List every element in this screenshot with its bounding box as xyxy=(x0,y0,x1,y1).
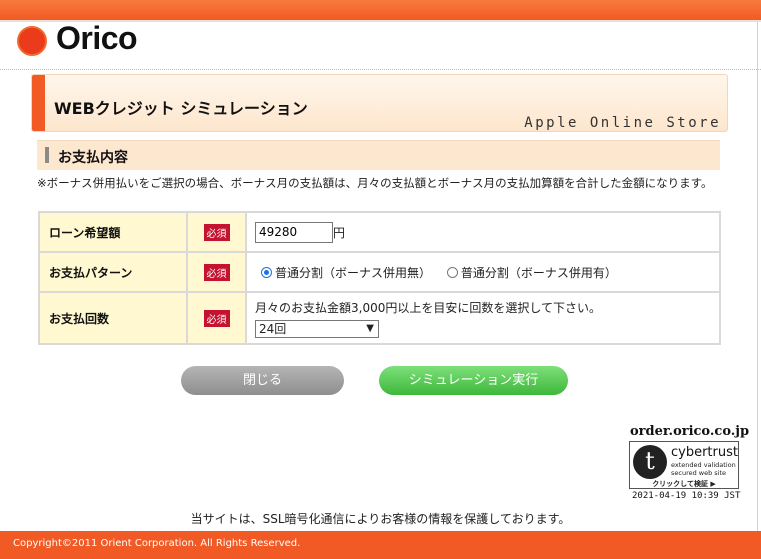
required-badge: 必須 xyxy=(203,263,230,281)
top-bar xyxy=(0,0,761,22)
pattern-option-no-bonus[interactable]: 普通分割（ボーナス併用無） xyxy=(261,266,431,280)
pattern-row: お支払パターン 必須 普通分割（ボーナス併用無） 普通分割（ボーナス併用有） xyxy=(38,251,721,293)
pattern-option-bonus[interactable]: 普通分割（ボーナス併用有） xyxy=(446,266,617,280)
seal-brand: cybertrust xyxy=(671,445,738,460)
yen-unit: 円 xyxy=(333,225,346,240)
copyright: Copyright©2011 Orient Corporation. All R… xyxy=(13,538,301,549)
required-badge: 必須 xyxy=(203,309,230,327)
seal-timestamp: 2021-04-19 10:39 JST xyxy=(632,491,741,501)
seal-line-2: secured web site xyxy=(671,469,727,477)
run-simulation-button[interactable]: シミュレーション実行 xyxy=(379,366,568,395)
loan-row: ローン希望額 必須 円 xyxy=(38,211,721,253)
logo-text: Orico xyxy=(56,20,138,56)
orico-logo-icon xyxy=(17,26,47,56)
title-accent xyxy=(32,75,45,131)
loan-label: ローン希望額 xyxy=(38,211,188,253)
page-border xyxy=(757,22,758,531)
cybertrust-seal[interactable]: t cybertrust extended validation secured… xyxy=(629,441,739,489)
required-badge: 必須 xyxy=(203,223,230,241)
store-name: Apple Online Store xyxy=(524,115,721,131)
bonus-notice: ※ボーナス併用払いをご選択の場合、ボーナス月の支払額は、月々の支払額とボーナス月… xyxy=(37,176,713,190)
cybertrust-logo-icon: t xyxy=(633,445,667,479)
count-hint: 月々のお支払金額3,000円以上を目安に回数を選択して下さい。 xyxy=(255,300,601,315)
chevron-down-icon: ▼ xyxy=(366,322,374,334)
section-header: お支払内容 xyxy=(37,140,720,170)
count-row: お支払回数 必須 月々のお支払金額3,000円以上を目安に回数を選択して下さい。… xyxy=(38,291,721,345)
seal-verify-link[interactable]: クリックして検証 ▶ xyxy=(634,479,734,489)
page-title-box: WEBクレジット シミュレーション Apple Online Store xyxy=(31,74,728,132)
header-divider xyxy=(0,69,761,70)
payment-form-table: ローン希望額 必須 円 お支払パターン 必須 普通分割（ボーナス併用無） 普通分… xyxy=(38,211,721,345)
installment-count-select[interactable]: 24回 ▼ xyxy=(255,319,379,338)
page-title: WEBクレジット シミュレーション xyxy=(54,99,308,118)
ssl-note: 当サイトは、SSL暗号化通信によりお客様の情報を保護しております。 xyxy=(190,512,571,526)
section-marker xyxy=(45,147,49,163)
pattern-label: お支払パターン xyxy=(38,251,188,293)
section-title: お支払内容 xyxy=(58,150,128,166)
seal-line-1: extended validation xyxy=(671,461,736,469)
radio-unselected-icon[interactable] xyxy=(446,266,458,278)
site-domain: order.orico.co.jp xyxy=(630,424,750,439)
radio-selected-icon[interactable] xyxy=(261,266,272,278)
loan-amount-input[interactable] xyxy=(255,221,333,243)
count-label: お支払回数 xyxy=(38,291,188,345)
close-button[interactable]: 閉じる xyxy=(181,366,344,395)
